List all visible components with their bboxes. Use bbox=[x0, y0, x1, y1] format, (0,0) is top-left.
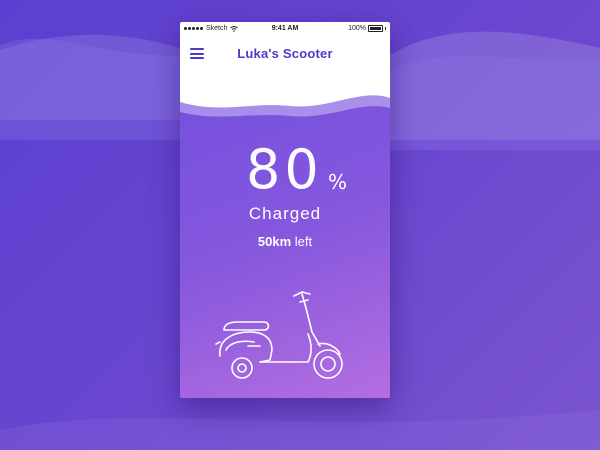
status-right: 100% bbox=[348, 25, 386, 32]
app-header: Luka's Scooter bbox=[180, 36, 390, 117]
battery-icon bbox=[368, 25, 383, 32]
range-value: 50km bbox=[257, 234, 292, 249]
phone-screen: Sketch 9:41 AM 100% Luka's Scooter 80 % … bbox=[180, 22, 390, 398]
page-title: Luka's Scooter bbox=[237, 46, 333, 61]
status-bar: Sketch 9:41 AM 100% bbox=[180, 22, 390, 36]
scooter-icon bbox=[215, 291, 343, 379]
range-label: 50km left bbox=[180, 234, 390, 249]
charge-status-label: Charged bbox=[248, 204, 322, 223]
charge-percent-value: 80 bbox=[246, 138, 323, 201]
battery-tip bbox=[385, 27, 386, 30]
charge-display: 80 % bbox=[180, 142, 390, 202]
charge-percent-unit: % bbox=[328, 170, 348, 194]
battery-percent: 100% bbox=[348, 25, 366, 32]
range-suffix: left bbox=[294, 234, 313, 249]
